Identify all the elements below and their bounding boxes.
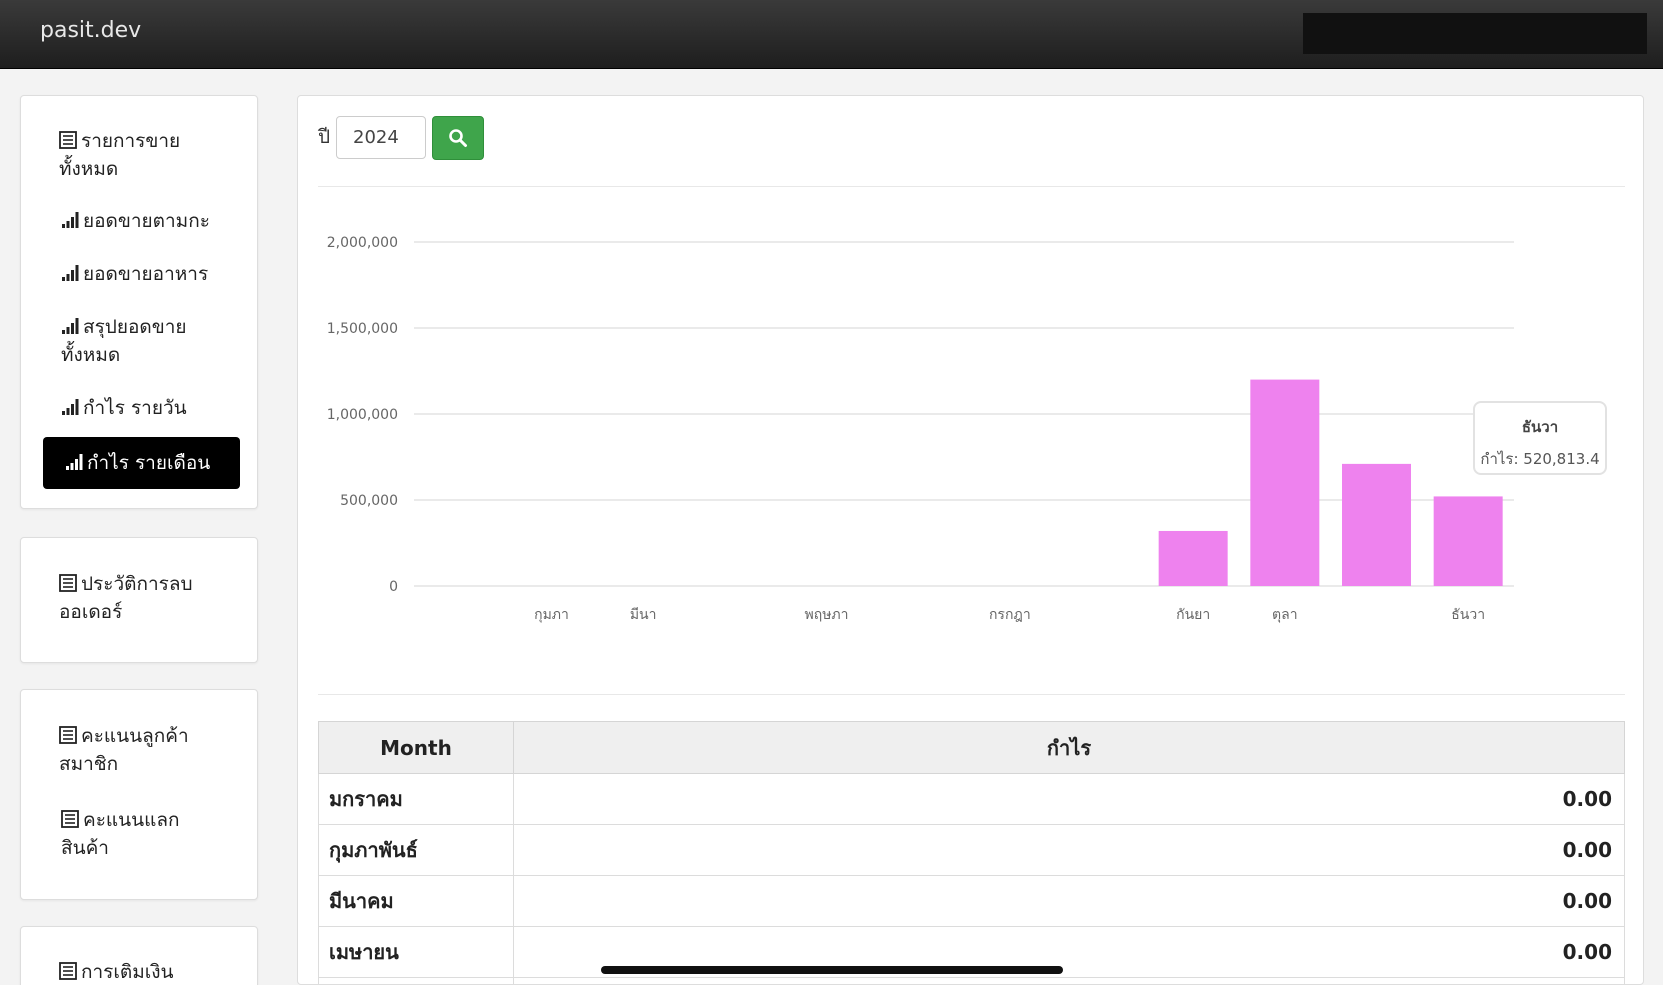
bar-chart-icon: [62, 212, 79, 228]
cell-month: มกราคม: [318, 773, 514, 825]
cell-month: กุมภาพันธ์: [318, 824, 514, 876]
sidebar-item-label: กำไร รายวัน: [83, 397, 187, 419]
tooltip-title: ธันวา: [1521, 418, 1559, 436]
y-tick-label: 1,500,000: [327, 321, 398, 337]
bar-chart-icon: [62, 265, 79, 281]
list-icon: [59, 131, 77, 149]
sidebar-item-label: ประวัติการลบ: [81, 573, 193, 595]
brand-title[interactable]: pasit.dev: [40, 18, 141, 43]
bar-chart-icon: [62, 318, 79, 334]
sidebar-item-label: คะแนนลูกค้า: [81, 725, 189, 747]
chart-tooltip: ธันวา กำไร: 520,813.4: [1473, 401, 1607, 475]
column-header-profit[interactable]: กำไร: [513, 721, 1625, 774]
sidebar-item-all-sales[interactable]: รายการขายทั้งหมด: [39, 127, 235, 183]
year-label: ปี: [318, 126, 331, 148]
list-icon: [59, 574, 77, 592]
sidebar-item-label: การเติมเงิน: [81, 961, 174, 983]
cell-month: [318, 977, 514, 984]
main-content-card: ปี 0 500,000 1,000,000 1,500,000 2,000,000 กุ…: [297, 95, 1644, 985]
column-header-month[interactable]: Month: [318, 721, 514, 774]
y-tick-label: 2,000,000: [327, 235, 398, 251]
divider: [318, 694, 1625, 695]
sidebar-item-sales-summary[interactable]: สรุปยอดขายทั้งหมด: [39, 313, 235, 369]
chart-bar: [1342, 463, 1411, 586]
sidebar-item-label: ยอดขายอาหาร: [83, 263, 209, 285]
sidebar-item-label: ยอดขายตามกะ: [83, 210, 210, 232]
home-indicator: [601, 966, 1063, 974]
sidebar-item-label-line2: ออเดอร์: [59, 601, 123, 623]
x-tick-label: มีนา: [630, 607, 657, 623]
cell-profit: 0.00: [513, 875, 1625, 927]
profit-bar-chart: 0 500,000 1,000,000 1,500,000 2,000,000 กุมภา…: [327, 235, 1514, 623]
sidebar-item-label: คะแนนแลก: [83, 809, 180, 831]
cell-profit: [513, 977, 1625, 984]
sidebar-item-redeem-points[interactable]: คะแนนแลกสินค้า: [39, 806, 235, 862]
year-input[interactable]: [336, 116, 426, 159]
sidebar-item-label: สรุปยอดขาย: [83, 316, 187, 338]
x-tick-label: กันยา: [1176, 607, 1210, 623]
chart-bar: [1433, 496, 1503, 586]
bar-chart-icon: [62, 399, 79, 415]
sidebar-item-daily-profit[interactable]: กำไร รายวัน: [39, 394, 235, 422]
sidebar-item-sales-by-shift[interactable]: ยอดขายตามกะ: [39, 207, 235, 235]
bar-chart-icon: [66, 454, 83, 470]
y-tick-label: 500,000: [340, 493, 398, 509]
list-icon: [59, 726, 77, 744]
cell-profit: 0.00: [513, 824, 1625, 876]
table-header-row: Month กำไร: [318, 721, 1625, 774]
x-tick-label: พฤษภา: [804, 607, 848, 623]
sidebar-item-label-line2: ทั้งหมด: [61, 344, 121, 366]
sidebar-item-order-deletion-history[interactable]: ประวัติการลบออเดอร์: [39, 570, 235, 626]
search-button[interactable]: [432, 116, 484, 160]
tooltip-value: กำไร: 520,813.4: [1480, 450, 1600, 468]
sidebar-item-member-points[interactable]: คะแนนลูกค้าสมาชิก: [39, 722, 235, 778]
sidebar-item-monthly-profit[interactable]: กำไร รายเดือน: [43, 437, 240, 489]
points-menu-panel: [20, 689, 258, 900]
sidebar-item-label-line2: สินค้า: [61, 837, 109, 859]
x-tick-label: ธันวา: [1451, 607, 1485, 623]
cell-month: มีนาคม: [318, 875, 514, 927]
cell-month: เมษายน: [318, 926, 514, 978]
top-navbar: pasit.dev: [0, 0, 1663, 69]
x-tick-label: กุมภา: [534, 607, 569, 623]
divider: [318, 186, 1625, 187]
sidebar-item-food-sales[interactable]: ยอดขายอาหาร: [39, 260, 235, 288]
list-icon: [61, 810, 79, 828]
table-row: [318, 977, 1625, 984]
sidebar-item-label-line2: ทั้งหมด: [59, 158, 119, 180]
chart-bar: [1250, 379, 1320, 586]
table-row: กุมภาพันธ์ 0.00: [318, 824, 1625, 876]
table-row: มีนาคม 0.00: [318, 875, 1625, 927]
cell-profit: 0.00: [513, 773, 1625, 825]
table-row: มกราคม 0.00: [318, 773, 1625, 825]
x-tick-label: กรกฎา: [989, 607, 1031, 623]
sidebar-item-topup[interactable]: การเติมเงิน: [39, 958, 235, 985]
y-tick-label: 0: [389, 579, 398, 595]
x-tick-label: ตุลา: [1272, 607, 1298, 623]
sidebar-item-label: กำไร รายเดือน: [87, 452, 211, 474]
y-tick-label: 1,000,000: [327, 407, 398, 423]
sidebar-item-label-line2: สมาชิก: [59, 753, 119, 775]
search-icon: [449, 129, 467, 147]
chart-bar: [1158, 530, 1228, 586]
sidebar-item-label: รายการขาย: [81, 130, 181, 152]
user-info-redacted: [1303, 13, 1647, 54]
list-icon: [59, 962, 77, 980]
monthly-profit-table: Month กำไร มกราคม 0.00 กุมภาพันธ์ 0.00 ม…: [318, 721, 1625, 984]
